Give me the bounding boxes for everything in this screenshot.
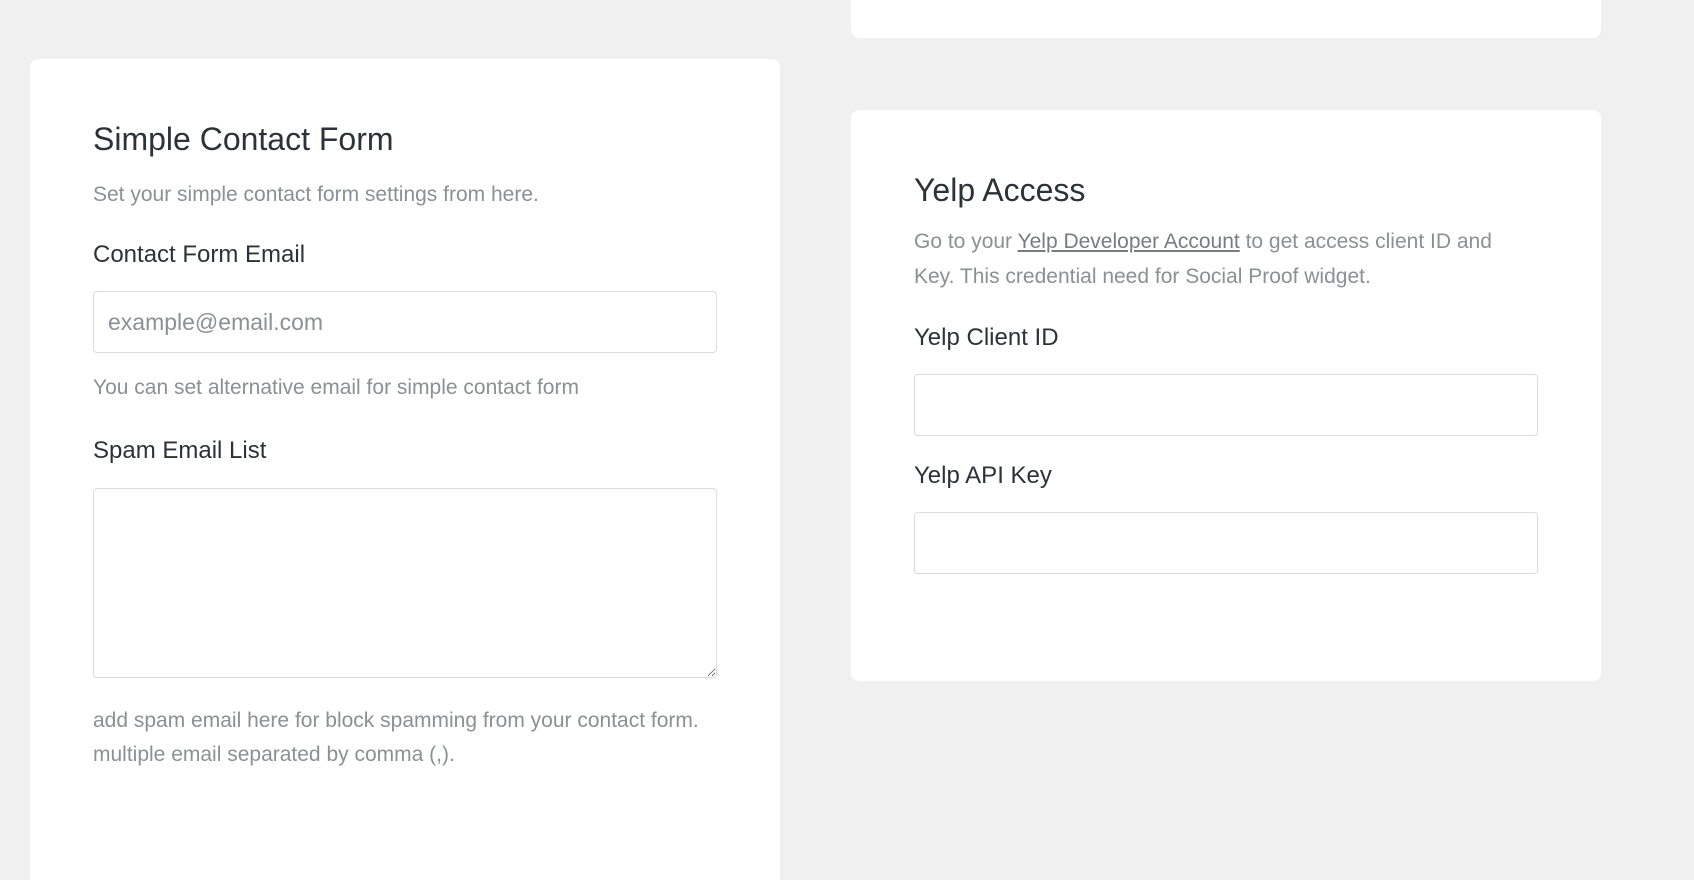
yelp-client-id-input[interactable]	[914, 374, 1538, 436]
yelp-developer-account-link[interactable]: Yelp Developer Account	[1018, 230, 1240, 253]
yelp-api-key-label: Yelp API Key	[914, 462, 1052, 489]
card-title: Yelp Access	[914, 172, 1086, 208]
description-text: Go to your	[914, 230, 1018, 253]
spam-email-list-textarea[interactable]	[93, 488, 717, 678]
contact-form-email-help: You can set alternative email for simple…	[93, 376, 579, 399]
yelp-api-key-input[interactable]	[914, 512, 1538, 574]
spam-email-list-label: Spam Email List	[93, 437, 267, 464]
settings-card-previous	[851, 0, 1601, 38]
card-title: Simple Contact Form	[93, 121, 394, 157]
card-description: Go to your Yelp Developer Account to get…	[914, 224, 1538, 294]
card-description: Set your simple contact form settings fr…	[93, 183, 539, 206]
yelp-client-id-label: Yelp Client ID	[914, 324, 1059, 351]
simple-contact-form-card: Simple Contact Form Set your simple cont…	[30, 59, 780, 880]
yelp-access-card: Yelp Access Go to your Yelp Developer Ac…	[851, 110, 1601, 681]
contact-form-email-input[interactable]	[93, 291, 717, 353]
contact-form-email-label: Contact Form Email	[93, 241, 306, 268]
spam-email-list-help: add spam email here for block spamming f…	[93, 709, 699, 766]
